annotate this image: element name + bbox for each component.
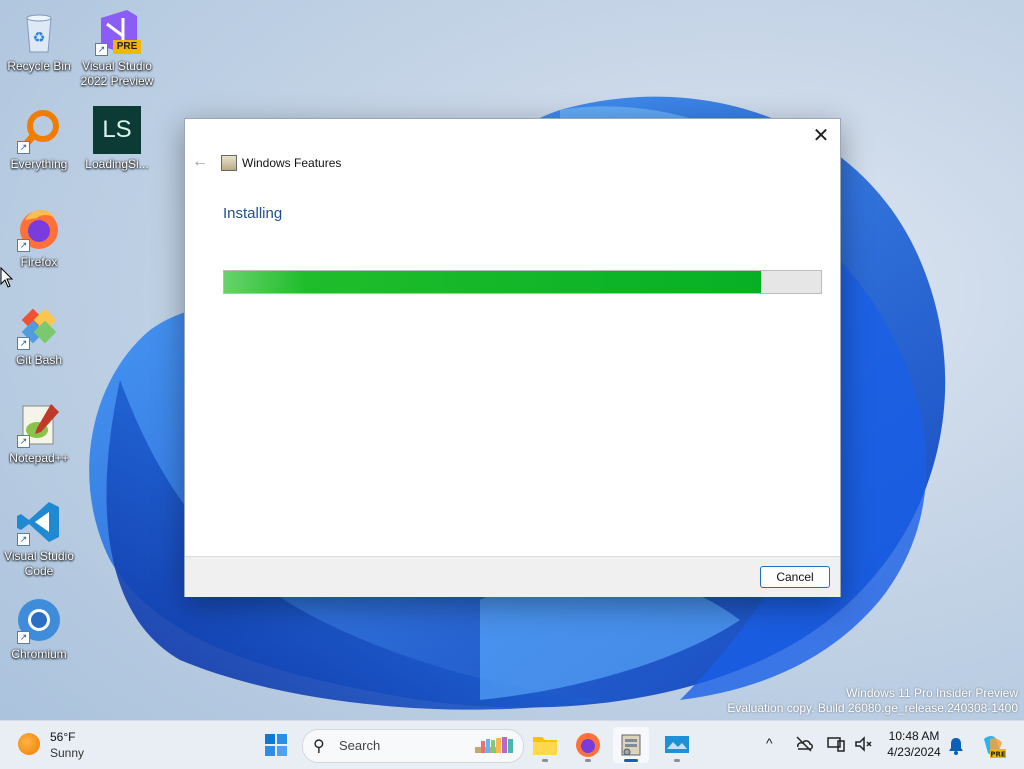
close-button[interactable]: ✕: [808, 123, 834, 149]
svg-text:PRE: PRE: [990, 751, 1006, 759]
sun-icon: [18, 733, 40, 755]
clock-date: 4/23/2024: [887, 745, 941, 759]
loadingsi-icon: LS: [93, 106, 141, 154]
watermark-line1: Windows 11 Pro Insider Preview: [846, 686, 1018, 700]
cancel-button[interactable]: Cancel: [760, 566, 830, 588]
desktop-icon-label: Everything: [10, 157, 68, 171]
taskbar-remote-desktop[interactable]: [659, 727, 695, 763]
taskbar-clock[interactable]: 10:48 AM 4/23/2024: [878, 728, 950, 760]
shortcut-arrow-icon: ↗: [17, 631, 30, 644]
remote-desktop-icon: [665, 736, 689, 753]
windows-start-icon: [265, 734, 287, 756]
search-icon: ⚲: [313, 738, 325, 755]
notepad-plus-plus-icon: ↗: [15, 400, 63, 448]
desktop-icon-notepad-plus-plus[interactable]: ↗ Notepad++: [1, 400, 77, 466]
shortcut-arrow-icon: ↗: [17, 533, 30, 546]
preview-badge: PRE: [113, 40, 141, 54]
volume-muted-icon[interactable]: [854, 735, 874, 753]
back-button[interactable]: ←: [191, 153, 209, 171]
file-explorer-icon: [533, 737, 557, 755]
shortcut-arrow-icon: ↗: [95, 43, 108, 56]
taskbar-file-explorer[interactable]: [527, 727, 563, 763]
watermark-line2: Evaluation copy. Build 26080.ge_release.…: [727, 701, 1018, 715]
desktop-icon-visual-studio-preview[interactable]: PRE ↗ Visual Studio 2022 Preview: [79, 8, 155, 89]
taskbar-windows-features[interactable]: [613, 727, 649, 763]
system-tray: ^: [760, 721, 880, 769]
onedrive-offline-icon[interactable]: [794, 735, 814, 753]
windows-features-icon: [621, 734, 641, 756]
running-indicator: [542, 759, 548, 762]
search-placeholder: Search: [339, 738, 381, 753]
recycle-bin-icon: ♻: [15, 8, 63, 56]
desktop-icon-chromium[interactable]: ↗ Chromium: [1, 596, 77, 662]
desktop-icon-label: Visual Studio 2022 Preview: [80, 59, 154, 88]
copilot-preview-icon[interactable]: PRE: [980, 733, 1006, 759]
weather-condition: Sunny: [50, 746, 85, 760]
desktop-icon-vscode[interactable]: ↗ Visual Studio Code: [1, 498, 77, 579]
shortcut-arrow-icon: ↗: [17, 337, 30, 350]
desktop-icon-label: Notepad++: [9, 451, 69, 465]
status-heading: Installing: [223, 205, 283, 222]
desktop-icon-firefox[interactable]: ↗ Firefox: [1, 204, 77, 270]
running-indicator: [674, 759, 680, 762]
desktop-icon-loadingsi[interactable]: LS LoadingSi...: [79, 106, 155, 172]
taskbar-firefox[interactable]: [570, 727, 606, 763]
running-indicator: [585, 759, 591, 762]
taskbar: 56°F Sunny ⚲ Search ^ 10:48 AM 4/23/2024…: [0, 720, 1024, 769]
visual-studio-preview-icon: PRE ↗: [93, 8, 141, 56]
desktop-icon-git-bash[interactable]: ↗ Git Bash: [1, 302, 77, 368]
chevron-up-icon[interactable]: ^: [766, 735, 773, 751]
vscode-icon: ↗: [15, 498, 63, 546]
chromium-icon: ↗: [15, 596, 63, 644]
desktop-icon-label: Git Bash: [15, 353, 63, 367]
dialog-footer: Cancel: [185, 556, 840, 597]
git-bash-icon: ↗: [15, 302, 63, 350]
active-indicator: [624, 759, 638, 762]
notification-bell-icon[interactable]: [948, 737, 964, 755]
svg-text:♻: ♻: [33, 29, 46, 45]
firefox-icon: [576, 733, 600, 757]
start-button[interactable]: [258, 727, 294, 763]
search-highlight-books-icon: [475, 737, 513, 753]
desktop-icon-label: LoadingSi...: [85, 157, 149, 171]
desktop-icon-label: Visual Studio Code: [4, 549, 74, 578]
desktop-icon-recycle-bin[interactable]: ♻ Recycle Bin: [1, 8, 77, 74]
dialog-title: Windows Features: [242, 156, 342, 170]
weather-temperature: 56°F: [50, 730, 76, 744]
shortcut-arrow-icon: ↗: [17, 141, 30, 154]
desktop-icon-label: Chromium: [11, 647, 67, 661]
shortcut-arrow-icon: ↗: [17, 435, 30, 448]
evaluation-watermark: Windows 11 Pro Insider Preview Evaluatio…: [727, 686, 1018, 716]
network-icon[interactable]: [826, 735, 846, 753]
progress-fill: [224, 271, 762, 293]
clock-time: 10:48 AM: [888, 729, 940, 743]
desktop-icon-label: Recycle Bin: [7, 59, 71, 73]
desktop-icon-everything[interactable]: ↗ Everything: [1, 106, 77, 172]
everything-search-icon: ↗: [15, 106, 63, 154]
mouse-cursor-icon: [0, 267, 14, 288]
taskbar-search-box[interactable]: ⚲ Search: [302, 729, 524, 763]
windows-features-icon: [221, 155, 237, 171]
shortcut-arrow-icon: ↗: [17, 239, 30, 252]
install-progress-bar: [223, 270, 822, 294]
ls-logo: LS: [93, 106, 141, 154]
firefox-icon: ↗: [15, 204, 63, 252]
windows-features-dialog: ✕ ← Windows Features Installing Cancel: [184, 118, 841, 597]
